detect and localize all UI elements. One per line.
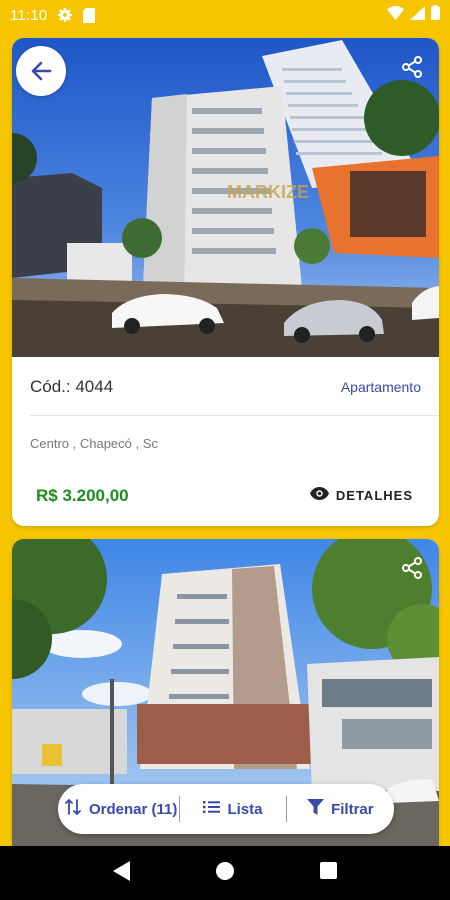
status-time: 11:10	[10, 6, 48, 24]
listing-type: Apartamento	[340, 379, 421, 395]
details-button[interactable]: DETALHES	[309, 487, 413, 503]
filter-icon	[307, 799, 325, 819]
system-nav-bar	[0, 846, 450, 900]
listing-card[interactable]: MARKIZE Cód.: 4044 Apartamento Centro , …	[12, 38, 439, 526]
nav-recents-button[interactable]	[308, 853, 348, 893]
wifi-icon	[387, 5, 404, 25]
filter-button[interactable]: Filtrar	[287, 784, 394, 834]
filter-label: Filtrar	[331, 800, 374, 818]
list-icon	[203, 800, 221, 818]
listing-info: Cód.: 4044 Apartamento Centro , Chapecó …	[12, 357, 439, 526]
action-bar: Ordenar (11) Lista Filtrar	[58, 784, 394, 834]
square-recents-icon	[319, 862, 337, 884]
list-label: Lista	[227, 800, 263, 818]
share-icon	[400, 556, 424, 580]
sd-card-icon	[83, 7, 96, 23]
battery-icon	[431, 5, 440, 25]
listing-code: Cód.: 4044	[30, 377, 114, 396]
back-button[interactable]	[16, 46, 66, 96]
watermark-logo: MARKIZE	[227, 182, 309, 202]
sort-label: Ordenar (11)	[88, 800, 178, 818]
list-view-button[interactable]: Lista	[180, 784, 285, 834]
details-label: DETALHES	[335, 487, 413, 503]
sort-button[interactable]: Ordenar (11)	[58, 784, 179, 834]
circle-home-icon	[215, 861, 235, 886]
signal-icon	[410, 5, 425, 25]
listing-header: Cód.: 4044 Apartamento	[30, 377, 421, 397]
listing-photo[interactable]: MARKIZE	[12, 38, 439, 357]
divider	[30, 415, 439, 416]
listing-price: R$ 3.200,00	[36, 486, 129, 505]
share-button[interactable]	[399, 54, 425, 80]
sort-icon	[64, 798, 82, 820]
arrow-left-icon	[30, 60, 52, 82]
share-icon	[400, 55, 424, 79]
share-button[interactable]	[399, 555, 425, 581]
status-bar: 11:10	[0, 0, 450, 30]
status-indicators	[387, 5, 440, 25]
listing-location: Centro , Chapecó , Sc	[30, 436, 158, 451]
nav-back-button[interactable]	[102, 853, 142, 893]
nav-home-button[interactable]	[205, 853, 245, 893]
triangle-back-icon	[112, 860, 131, 886]
gear-icon	[57, 7, 73, 23]
eye-icon	[309, 487, 329, 503]
